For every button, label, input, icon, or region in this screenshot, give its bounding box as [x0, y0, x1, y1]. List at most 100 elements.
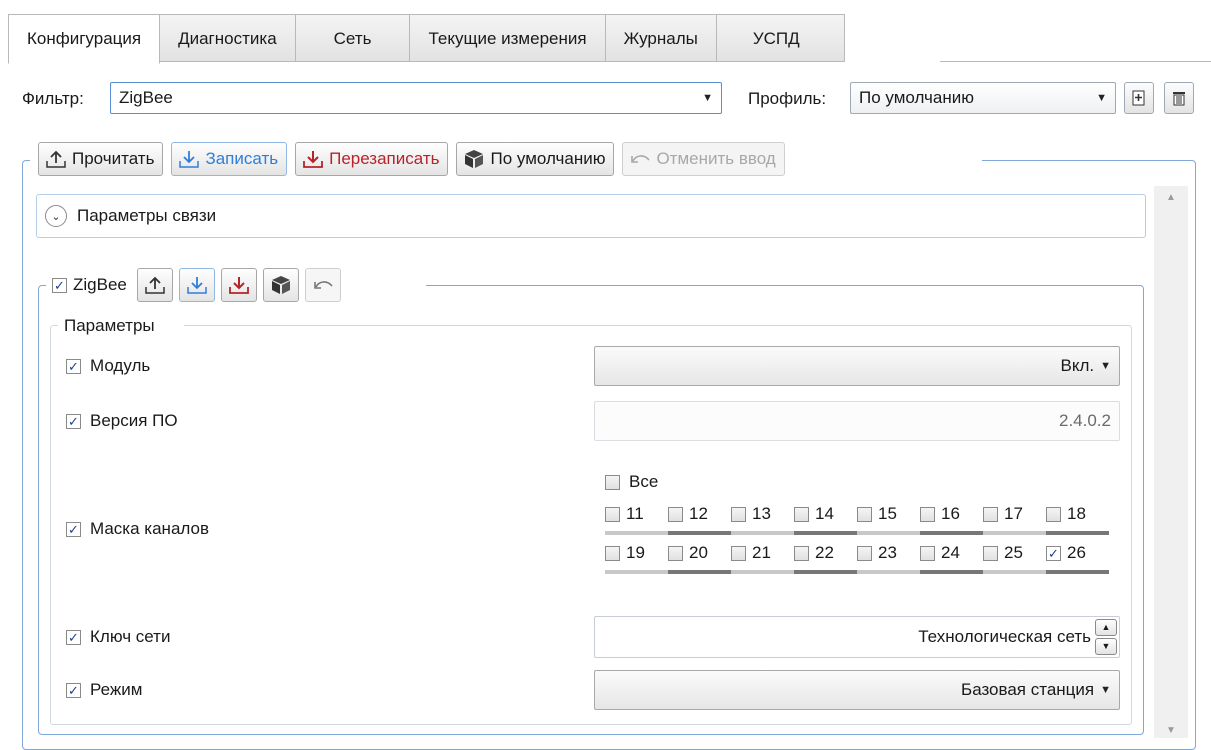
firmware-checkbox[interactable]: ✓ — [66, 413, 81, 429]
profile-combobox[interactable]: По умолчанию ▼ — [850, 82, 1116, 114]
scroll-down-icon[interactable]: ▼ — [1154, 725, 1188, 736]
channel-label: 20 — [689, 543, 708, 562]
section-title: Параметры связи — [77, 206, 217, 225]
channel-checkbox[interactable] — [1046, 506, 1061, 522]
tab-measurements[interactable]: Текущие измерения — [410, 14, 606, 62]
module-row-label: ✓ Модуль — [66, 356, 150, 376]
channel-mask-grid: Все 11 12 13 14 15 16 17 18 19 20 21 22 23 24 25 ✓ 26 — [605, 472, 1109, 582]
mode-checkbox[interactable]: ✓ — [66, 682, 81, 698]
network-key-spinner: ▲ ▼ — [1095, 619, 1117, 655]
channel-checkbox[interactable] — [731, 506, 746, 522]
network-key-value: Технологическая сеть — [918, 627, 1091, 646]
zigbee-undo-button[interactable] — [304, 268, 341, 302]
zigbee-write-button[interactable] — [178, 268, 215, 302]
channel-checkbox[interactable] — [605, 545, 620, 561]
channel-item: 13 — [731, 504, 794, 524]
channel-item: 25 — [983, 543, 1046, 563]
upload-icon — [145, 276, 165, 294]
channel-label: 25 — [1004, 543, 1023, 562]
chevron-down-icon: ▼ — [1096, 92, 1107, 104]
channel-checkbox[interactable] — [668, 506, 683, 522]
spin-down-icon[interactable]: ▼ — [1095, 638, 1117, 655]
channel-checkbox[interactable]: ✓ — [1046, 545, 1061, 561]
tab-logs[interactable]: Журналы — [605, 14, 717, 62]
overwrite-button[interactable]: Перезаписать — [295, 142, 449, 176]
channel-bar-1 — [605, 531, 1109, 535]
channel-item: 15 — [857, 504, 920, 524]
channel-item: 12 — [668, 504, 731, 524]
chevron-down-icon: ▼ — [702, 92, 713, 104]
vertical-scrollbar[interactable]: ▲ ▼ — [1154, 186, 1188, 738]
add-profile-button[interactable] — [1124, 82, 1154, 114]
tab-bar: Конфигурация Диагностика Сеть Текущие из… — [8, 14, 845, 64]
channel-label: 26 — [1067, 543, 1086, 562]
channel-checkbox[interactable] — [983, 545, 998, 561]
tab-configuration[interactable]: Конфигурация — [8, 14, 161, 64]
channel-checkbox[interactable] — [605, 506, 620, 522]
channel-checkbox[interactable] — [857, 506, 872, 522]
chevron-down-icon: ▼ — [1100, 360, 1111, 372]
channel-all-checkbox[interactable] — [605, 474, 620, 490]
channel-item: 11 — [605, 504, 668, 524]
profile-value: По умолчанию — [859, 88, 974, 107]
mode-dropdown[interactable]: Базовая станция ▼ — [594, 670, 1120, 710]
channel-mask-checkbox[interactable]: ✓ — [66, 521, 81, 537]
channel-label: 16 — [941, 504, 960, 523]
filter-value: ZigBee — [119, 88, 173, 107]
tab-network[interactable]: Сеть — [295, 14, 411, 62]
section-expander-connection[interactable]: ⌄ Параметры связи — [36, 194, 1146, 238]
channel-item: 21 — [731, 543, 794, 563]
parameters-legend: Параметры — [64, 316, 155, 335]
delete-profile-button[interactable] — [1164, 82, 1194, 114]
channel-checkbox[interactable] — [983, 506, 998, 522]
zigbee-checkbox[interactable]: ✓ — [52, 277, 67, 293]
scroll-up-icon[interactable]: ▲ — [1154, 192, 1188, 203]
channel-item: 17 — [983, 504, 1046, 524]
tab-diagnostics[interactable]: Диагностика — [160, 14, 296, 62]
tab-uspd[interactable]: УСПД — [716, 14, 845, 62]
download-icon — [178, 149, 200, 169]
channel-checkbox[interactable] — [794, 506, 809, 522]
channel-row-2: 19 20 21 22 23 24 25 ✓ 26 — [605, 543, 1109, 563]
channel-checkbox[interactable] — [920, 506, 935, 522]
channel-bar-2 — [605, 570, 1109, 574]
channel-checkbox[interactable] — [731, 545, 746, 561]
box-icon — [463, 149, 485, 169]
channel-checkbox[interactable] — [794, 545, 809, 561]
channel-checkbox[interactable] — [920, 545, 935, 561]
trash-icon — [1173, 92, 1185, 106]
channel-label: 21 — [752, 543, 771, 562]
channel-label: 18 — [1067, 504, 1086, 523]
zigbee-read-button[interactable] — [136, 268, 173, 302]
channel-all-label: Все — [629, 472, 659, 491]
channel-label: 14 — [815, 504, 834, 523]
module-checkbox[interactable]: ✓ — [66, 358, 81, 374]
zigbee-overwrite-button[interactable] — [220, 268, 257, 302]
filter-combobox[interactable]: ZigBee ▼ — [110, 82, 722, 114]
spin-up-icon[interactable]: ▲ — [1095, 619, 1117, 636]
undo-icon — [629, 149, 651, 169]
defaults-button[interactable]: По умолчанию — [456, 142, 615, 176]
write-button[interactable]: Записать — [171, 142, 288, 176]
channel-label: 19 — [626, 543, 645, 562]
channel-item: 16 — [920, 504, 983, 524]
network-key-checkbox[interactable]: ✓ — [66, 629, 81, 645]
channel-mask-row-label: ✓ Маска каналов — [66, 519, 209, 539]
zigbee-defaults-button[interactable] — [262, 268, 299, 302]
channel-item: 18 — [1046, 504, 1109, 524]
undo-button[interactable]: Отменить ввод — [622, 142, 785, 176]
profile-label: Профиль: — [748, 89, 827, 108]
zigbee-header: ✓ ZigBee — [52, 268, 341, 302]
expand-chevron-icon: ⌄ — [45, 205, 67, 227]
channel-checkbox[interactable] — [857, 545, 872, 561]
undo-icon — [314, 281, 333, 289]
read-button[interactable]: Прочитать — [38, 142, 164, 176]
main-toolbar: Прочитать Записать Перезаписать По умолч… — [38, 142, 785, 176]
module-dropdown[interactable]: Вкл. ▼ — [594, 346, 1120, 386]
channel-row-1: 11 12 13 14 15 16 17 18 — [605, 504, 1109, 524]
channel-label: 11 — [626, 504, 644, 523]
network-key-field[interactable]: Технологическая сеть ▲ ▼ — [594, 616, 1120, 658]
channel-item: 20 — [668, 543, 731, 563]
channel-label: 15 — [878, 504, 897, 523]
channel-checkbox[interactable] — [668, 545, 683, 561]
